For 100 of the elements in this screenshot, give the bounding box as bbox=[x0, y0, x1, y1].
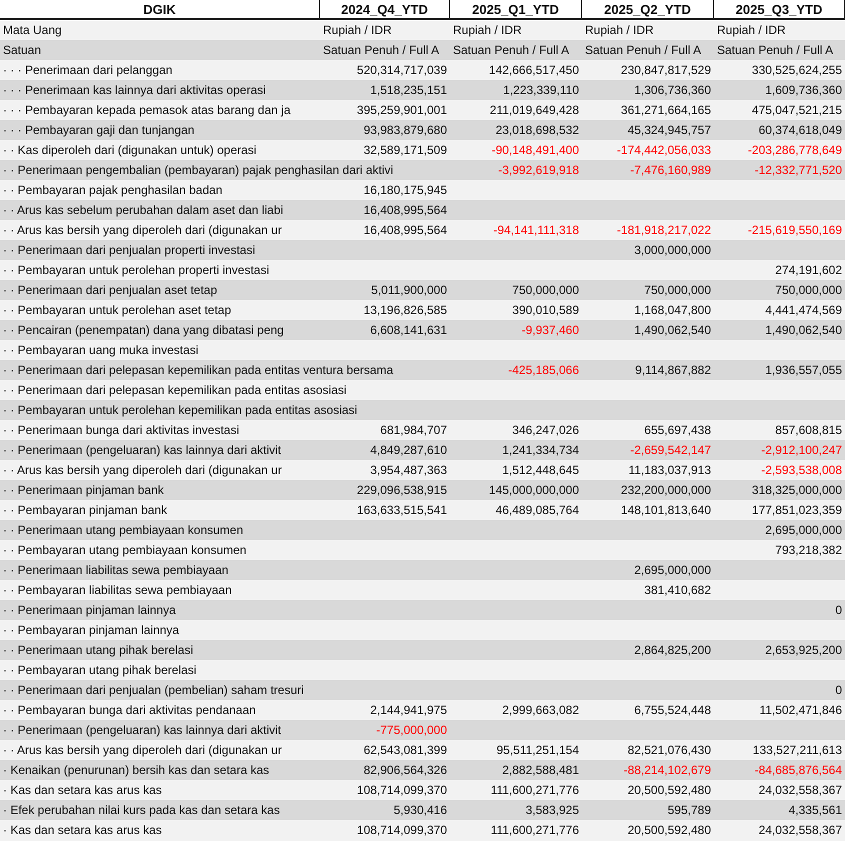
table-cell-text: 4,441,474,569 bbox=[765, 302, 842, 319]
table-cell-text: Satuan Penuh / Full A bbox=[717, 42, 834, 59]
table-cell-text: 211,019,649,428 bbox=[490, 102, 579, 119]
row-label: · · Pembayaran pinjaman bank bbox=[3, 502, 168, 519]
table-cell-text: 390,010,589 bbox=[512, 302, 579, 319]
table-cell-text: 520,314,717,039 bbox=[356, 62, 447, 79]
table-cell-text: -88,214,102,679 bbox=[624, 762, 711, 779]
table-cell-text: 13,196,826,585 bbox=[364, 302, 447, 319]
table-cell-text: 11,502,471,846 bbox=[759, 702, 842, 719]
row-label: · · Penerimaan (pengeluaran) kas lainnya dari aktivit bbox=[3, 442, 282, 459]
table-cell-text: 4,335,561 bbox=[788, 802, 842, 819]
table-cell-text: 793,218,382 bbox=[775, 542, 842, 559]
table-cell-text: -203,286,778,649 bbox=[748, 142, 842, 159]
table-cell-text: 60,374,618,049 bbox=[758, 122, 842, 139]
table-cell-text: 3,583,925 bbox=[526, 802, 579, 819]
table-cell-text: 2,882,588,481 bbox=[502, 762, 579, 779]
table-cell-text: 177,851,023,359 bbox=[752, 502, 842, 519]
table-cell-text: 24,032,558,367 bbox=[758, 782, 842, 799]
row-label: · · · Penerimaan dari pelanggan bbox=[3, 62, 172, 79]
table-cell-text: 750,000,000 bbox=[512, 282, 579, 299]
row-label: · · Pembayaran pajak penghasilan badan bbox=[3, 182, 222, 199]
table-cell-text: 11,183,037,913 bbox=[628, 462, 711, 479]
table-cell-text: 274,191,602 bbox=[775, 262, 842, 279]
table-cell-text: -9,937,460 bbox=[522, 322, 579, 339]
row-label: · · Penerimaan pinjaman lainnya bbox=[3, 602, 176, 619]
table-cell-text: 381,410,682 bbox=[644, 582, 711, 599]
table-cell-text: -425,185,066 bbox=[508, 362, 579, 379]
table-cell-text: 1,168,047,800 bbox=[634, 302, 711, 319]
table-cell-text: 1,609,736,360 bbox=[765, 82, 842, 99]
table-cell-text: 346,247,026 bbox=[512, 422, 579, 439]
table-cell-text: Satuan Penuh / Full A bbox=[585, 42, 702, 59]
table-cell-text: 681,984,707 bbox=[380, 422, 447, 439]
table-cell-text: 32,589,171,509 bbox=[364, 142, 447, 159]
row-label: · · Penerimaan dari penjualan properti investasi bbox=[3, 242, 256, 259]
table-cell-text: 2,695,000,000 bbox=[634, 562, 711, 579]
table-cell-text: -94,141,111,318 bbox=[493, 222, 579, 239]
row-label: · Kas dan setara kas arus kas bbox=[3, 782, 162, 799]
table-cell-text: -174,442,056,033 bbox=[616, 142, 711, 159]
row-label: · · Penerimaan pengembalian (pembayaran) pajak penghasilan dari aktivi bbox=[3, 162, 394, 179]
table-cell-text: -2,593,538,008 bbox=[761, 462, 842, 479]
table-cell-text: 5,930,416 bbox=[394, 802, 447, 819]
table-cell-text: -7,476,160,989 bbox=[630, 162, 711, 179]
table-cell-text: 20,500,592,480 bbox=[628, 822, 711, 839]
row-label: · · Arus kas sebelum perubahan dalam aset dan liabi bbox=[3, 202, 284, 219]
row-label: · · Penerimaan (pengeluaran) kas lainnya dari aktivit bbox=[3, 722, 282, 739]
row-label: · · Pembayaran bunga dari aktivitas pendanaan bbox=[3, 702, 256, 719]
table-cell-text: 142,666,517,450 bbox=[488, 62, 579, 79]
table-cell-text: Satuan Penuh / Full A bbox=[453, 42, 570, 59]
table-cell-text: -90,148,491,400 bbox=[492, 142, 579, 159]
table-cell-text: -12,332,771,520 bbox=[754, 162, 842, 179]
table-cell-text: -775,000,000 bbox=[376, 722, 447, 739]
row-label: Satuan bbox=[3, 42, 42, 59]
row-label: · · Pembayaran liabilitas sewa pembiayaan bbox=[3, 582, 232, 599]
table-cell-text: 16,180,175,945 bbox=[364, 182, 447, 199]
table-cell-text: 82,521,076,430 bbox=[628, 742, 711, 759]
table-cell-text: 1,512,448,645 bbox=[502, 462, 579, 479]
table-cell-text: 145,000,000,000 bbox=[488, 482, 579, 499]
table-cell-text: 318,325,000,000 bbox=[752, 482, 842, 499]
table-cell-text: 1,241,334,734 bbox=[502, 442, 579, 459]
row-label: · · Pembayaran utang pembiayaan konsumen bbox=[3, 542, 246, 559]
row-label: · Efek perubahan nilai kurs pada kas dan setara kas bbox=[3, 802, 280, 819]
table-cell-text: 1,306,736,360 bbox=[634, 82, 711, 99]
table-cell-text: 3,954,487,363 bbox=[370, 462, 447, 479]
table-cell-text: 2,999,663,082 bbox=[502, 702, 579, 719]
table-cell-text: Rupiah / IDR bbox=[585, 22, 654, 39]
table-cell-text: 1,223,339,110 bbox=[503, 82, 579, 99]
table-cell-text: 395,259,901,001 bbox=[356, 102, 447, 119]
table-cell-text: 0 bbox=[835, 602, 842, 619]
table-cell-text: 20,500,592,480 bbox=[628, 782, 711, 799]
table-cell-text: 361,271,664,165 bbox=[620, 102, 711, 119]
row-label: · · Arus kas bersih yang diperoleh dari (digunakan ur bbox=[3, 222, 282, 239]
table-cell-text: 6,608,141,631 bbox=[370, 322, 447, 339]
table-cell-text: 857,608,815 bbox=[775, 422, 842, 439]
table-cell-text: 4,849,287,610 bbox=[370, 442, 447, 459]
table-cell-text: 5,011,900,000 bbox=[371, 282, 447, 299]
row-label: · Kenaikan (penurunan) bersih kas dan setara kas bbox=[3, 762, 270, 779]
row-label: Mata Uang bbox=[3, 22, 62, 39]
table-cell-text: Rupiah / IDR bbox=[717, 22, 786, 39]
row-label: · · Penerimaan utang pembiayaan konsumen bbox=[3, 522, 244, 539]
table-cell-text: Rupiah / IDR bbox=[453, 22, 522, 39]
table-cell-text: 9,114,867,882 bbox=[635, 362, 711, 379]
table-cell-text: 3,000,000,000 bbox=[634, 242, 711, 259]
table-cell-text: 108,714,099,370 bbox=[356, 782, 447, 799]
row-label: · · Pembayaran untuk perolehan aset tetap bbox=[3, 302, 232, 319]
row-label: · · Penerimaan dari penjualan (pembelian) saham tresuri bbox=[3, 682, 304, 699]
row-label: · · Kas diperoleh dari (digunakan untuk) operasi bbox=[3, 142, 256, 159]
row-label: · · Pembayaran pinjaman lainnya bbox=[3, 622, 180, 639]
row-label: · · Penerimaan dari penjualan aset tetap bbox=[3, 282, 218, 299]
row-label: · · Penerimaan dari pelepasan kepemilikan pada entitas asosiasi bbox=[3, 382, 347, 399]
row-label: · · · Penerimaan kas lainnya dari aktivitas operasi bbox=[3, 82, 266, 99]
table-cell-text: 750,000,000 bbox=[644, 282, 711, 299]
row-label: · · · Pembayaran kepada pemasok atas barang dan ja bbox=[3, 102, 291, 119]
row-label: · · Arus kas bersih yang diperoleh dari (digunakan ur bbox=[3, 742, 282, 759]
table-cell-text: -3,992,619,918 bbox=[498, 162, 579, 179]
table-cell-text: 2,695,000,000 bbox=[765, 522, 842, 539]
table-cell-text: 108,714,099,370 bbox=[356, 822, 447, 839]
row-label: · · · Pembayaran gaji dan tunjangan bbox=[3, 122, 194, 139]
table-cell-text: 6,755,524,448 bbox=[634, 702, 711, 719]
table-cell-text: 0 bbox=[835, 682, 842, 699]
table-cell-text: 163,633,515,541 bbox=[356, 502, 447, 519]
